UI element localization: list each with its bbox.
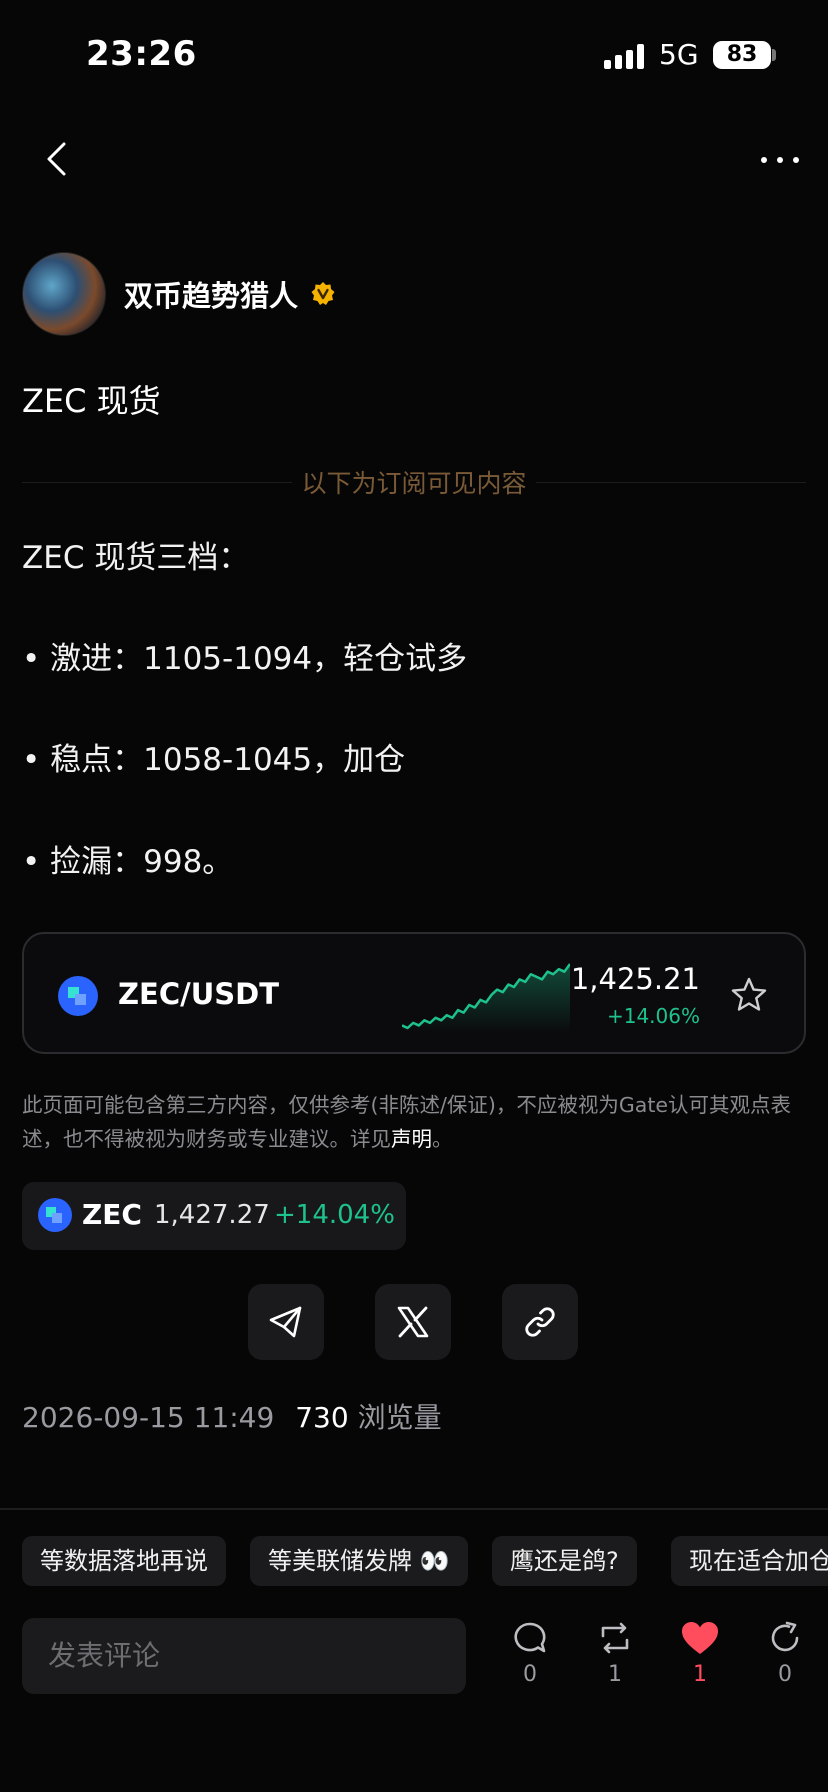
comment-action[interactable]: 0 bbox=[500, 1620, 560, 1687]
post-line: • 稳点：1058-1045，加仓 bbox=[22, 742, 406, 778]
x-icon bbox=[397, 1306, 429, 1338]
battery-nub bbox=[772, 49, 776, 61]
disclaimer-link[interactable]: 声明 bbox=[391, 1127, 432, 1151]
share-icon bbox=[771, 1621, 799, 1652]
zec-logo-icon bbox=[38, 1198, 72, 1232]
back-button[interactable] bbox=[36, 134, 76, 184]
views-label: 浏览量 bbox=[357, 1401, 442, 1434]
repost-count: 1 bbox=[608, 1662, 622, 1687]
signal-icon bbox=[604, 43, 648, 69]
quick-reply-chip[interactable]: 等美联储发牌 👀 bbox=[250, 1536, 468, 1586]
quick-reply-chip[interactable]: 等数据落地再说 bbox=[22, 1536, 226, 1586]
share-x-button[interactable] bbox=[375, 1284, 451, 1360]
share-telegram-button[interactable] bbox=[248, 1284, 324, 1360]
share-count: 0 bbox=[778, 1662, 792, 1687]
post-datetime: 2026-09-15 11:49 bbox=[22, 1401, 275, 1434]
repost-icon bbox=[601, 1622, 629, 1654]
disclaimer-end: 。 bbox=[432, 1127, 453, 1151]
more-options-button[interactable] bbox=[752, 140, 808, 180]
more-dot-icon bbox=[761, 157, 767, 163]
more-dot-icon bbox=[793, 157, 799, 163]
post-line: • 捡漏：998。 bbox=[22, 844, 234, 880]
author-name[interactable]: 双币趋势猎人 bbox=[124, 273, 298, 315]
more-dot-icon bbox=[777, 157, 783, 163]
views-count: 730 bbox=[295, 1401, 349, 1434]
post-line: ZEC 现货三档： bbox=[22, 540, 250, 576]
battery-icon: 83 bbox=[713, 41, 771, 69]
verified-badge-icon bbox=[311, 282, 335, 305]
post-title: ZEC 现货 bbox=[22, 382, 161, 420]
network-type: 5G bbox=[659, 38, 699, 71]
ticker-chip[interactable]: ZEC 1,427.27 +14.04% bbox=[22, 1182, 406, 1250]
market-change: +14.06% bbox=[606, 1004, 700, 1028]
comment-icon bbox=[514, 1622, 546, 1653]
telegram-icon bbox=[269, 1306, 302, 1338]
pair-label: ZEC/USDT bbox=[118, 977, 280, 1011]
quick-reply-chip[interactable]: 鹰还是鸽? bbox=[492, 1536, 637, 1586]
post-line: • 激进：1105-1094，轻仓试多 bbox=[22, 641, 468, 677]
link-icon bbox=[525, 1307, 555, 1337]
subscription-divider: 以下为订阅可见内容 bbox=[301, 469, 527, 498]
market-card[interactable]: ZEC/USDT 1,425.21 +14.06% bbox=[22, 932, 806, 1054]
author-row[interactable]: 双币趋势猎人 bbox=[22, 252, 336, 336]
status-bar: 23:26 5G 83 bbox=[0, 0, 828, 100]
like-action[interactable]: 1 bbox=[670, 1620, 730, 1687]
repost-action[interactable]: 1 bbox=[585, 1620, 645, 1687]
star-icon[interactable] bbox=[730, 976, 768, 1014]
share-action[interactable]: 0 bbox=[755, 1620, 815, 1687]
copy-link-button[interactable] bbox=[502, 1284, 578, 1360]
market-price: 1,425.21 bbox=[570, 962, 700, 996]
like-count: 1 bbox=[693, 1662, 707, 1687]
ticker-price: 1,427.27 bbox=[154, 1200, 270, 1230]
avatar[interactable] bbox=[22, 252, 106, 336]
ticker-symbol: ZEC bbox=[82, 1198, 142, 1231]
heart-icon bbox=[682, 1622, 718, 1654]
comment-count: 0 bbox=[523, 1662, 537, 1687]
disclaimer: 此页面可能包含第三方内容，仅供参考(非陈述/保证)，不应被视为Gate认可其观点… bbox=[22, 1088, 808, 1156]
comment-input[interactable]: 发表评论 bbox=[22, 1618, 466, 1694]
post-meta: 2026-09-15 11:49 730 浏览量 bbox=[22, 1396, 442, 1436]
chevron-left-icon bbox=[47, 142, 66, 176]
quick-reply-chip[interactable]: 现在适合加仓 bbox=[671, 1536, 828, 1586]
ticker-change: +14.04% bbox=[274, 1200, 395, 1230]
status-time: 23:26 bbox=[86, 34, 197, 74]
price-sparkline bbox=[402, 963, 570, 1032]
zec-logo-icon bbox=[58, 976, 98, 1016]
bottom-separator bbox=[0, 1508, 828, 1510]
